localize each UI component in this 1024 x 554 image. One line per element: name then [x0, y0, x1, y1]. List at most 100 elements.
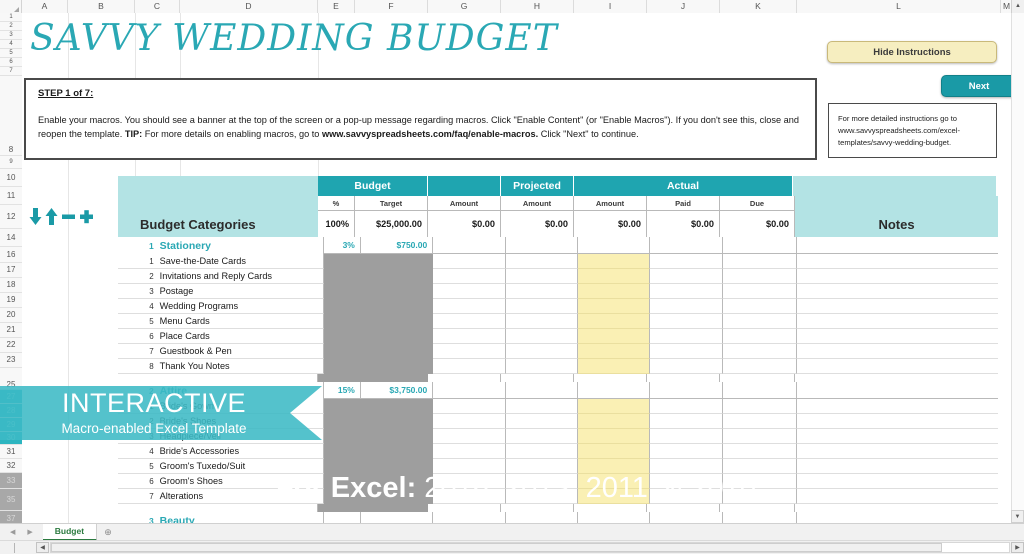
- row-header-5[interactable]: 5: [0, 49, 22, 58]
- item-name[interactable]: Thank You Notes: [157, 359, 325, 374]
- item-actual-due[interactable]: [722, 254, 797, 269]
- table-row-item[interactable]: 2 Invitations and Reply Cards: [118, 269, 999, 284]
- plus-circle-icon[interactable]: ⊕: [97, 524, 119, 541]
- triangle-left-icon[interactable]: ◀: [10, 528, 15, 536]
- table-row-item[interactable]: 6 Place Cards: [118, 329, 999, 344]
- column-header-f[interactable]: F: [355, 0, 428, 13]
- scroll-split-handle[interactable]: [0, 541, 36, 554]
- category-target[interactable]: $3,750.00: [360, 382, 434, 399]
- item-actual-amount[interactable]: [577, 284, 651, 299]
- item-notes[interactable]: [796, 359, 999, 374]
- table-row-item[interactable]: 4 Wedding Programs: [118, 299, 999, 314]
- category-projected-amount[interactable]: [505, 382, 578, 399]
- item-notes[interactable]: [796, 344, 999, 359]
- item-actual-amount[interactable]: [577, 269, 651, 284]
- item-actual-due[interactable]: [722, 444, 797, 459]
- item-actual-paid[interactable]: [650, 254, 723, 269]
- row-header-18[interactable]: 18: [0, 278, 22, 293]
- item-name[interactable]: Guestbook & Pen: [157, 344, 325, 359]
- item-name[interactable]: Bride's Accessories: [157, 444, 325, 459]
- category-notes[interactable]: [796, 382, 998, 399]
- item-actual-due[interactable]: [722, 414, 797, 429]
- row-header-4[interactable]: 4: [0, 40, 22, 49]
- item-actual-paid[interactable]: [650, 329, 723, 344]
- triangle-up-icon[interactable]: ▲: [1011, 0, 1024, 13]
- column-header-k[interactable]: K: [720, 0, 797, 13]
- row-header-32[interactable]: 32: [0, 459, 22, 473]
- table-row-item[interactable]: 7 Guestbook & Pen: [118, 344, 999, 359]
- item-actual-amount[interactable]: [577, 359, 651, 374]
- category-budget-amount[interactable]: [433, 237, 506, 254]
- table-spacer-row[interactable]: [118, 374, 998, 382]
- item-actual-paid[interactable]: [650, 344, 723, 359]
- item-budget-amount[interactable]: [433, 269, 506, 284]
- item-budget-amount[interactable]: [433, 254, 506, 269]
- next-button[interactable]: Next: [941, 75, 1017, 97]
- scroll-right-icon[interactable]: ▶: [1011, 542, 1024, 553]
- item-actual-due[interactable]: [722, 284, 797, 299]
- item-notes[interactable]: [796, 329, 999, 344]
- row-header-23[interactable]: 23: [0, 353, 22, 368]
- item-projected-amount[interactable]: [505, 359, 578, 374]
- triangle-down-icon[interactable]: ▼: [1011, 510, 1024, 523]
- horizontal-scroll-track[interactable]: [50, 542, 1010, 553]
- item-actual-due[interactable]: [722, 269, 797, 284]
- item-actual-amount[interactable]: [577, 254, 651, 269]
- scroll-left-icon[interactable]: ◀: [36, 542, 49, 553]
- item-actual-due[interactable]: [722, 299, 797, 314]
- item-actual-due[interactable]: [722, 399, 797, 414]
- table-row-category[interactable]: 1 Stationery 3% $750.00: [118, 237, 998, 254]
- item-projected-amount[interactable]: [505, 329, 578, 344]
- item-actual-paid[interactable]: [650, 399, 723, 414]
- item-notes[interactable]: [796, 399, 999, 414]
- sheet-nav-buttons[interactable]: ◀ ▶: [0, 528, 43, 536]
- item-actual-paid[interactable]: [650, 299, 723, 314]
- category-actual-amount[interactable]: [577, 382, 651, 399]
- item-actual-due[interactable]: [722, 344, 797, 359]
- row-header-35[interactable]: 35: [0, 489, 22, 511]
- item-budget-amount[interactable]: [433, 399, 506, 414]
- table-spacer-row[interactable]: [118, 504, 998, 512]
- row-controls-toolbar[interactable]: [29, 208, 94, 225]
- item-budget-amount[interactable]: [433, 429, 506, 444]
- item-notes[interactable]: [796, 254, 999, 269]
- item-notes[interactable]: [796, 314, 999, 329]
- row-header-10[interactable]: 10: [0, 169, 22, 187]
- row-header-6[interactable]: 6: [0, 58, 22, 67]
- item-actual-paid[interactable]: [650, 269, 723, 284]
- item-actual-amount[interactable]: [577, 299, 651, 314]
- item-actual-amount[interactable]: [577, 429, 651, 444]
- item-projected-amount[interactable]: [505, 284, 578, 299]
- item-actual-due[interactable]: [722, 314, 797, 329]
- row-header-33[interactable]: 33: [0, 473, 22, 489]
- arrow-up-icon[interactable]: [45, 208, 58, 225]
- item-projected-amount[interactable]: [505, 429, 578, 444]
- item-notes[interactable]: [796, 269, 999, 284]
- item-notes[interactable]: [796, 444, 999, 459]
- table-row-item[interactable]: 8 Thank You Notes: [118, 359, 999, 374]
- item-notes[interactable]: [796, 429, 999, 444]
- item-name[interactable]: Save-the-Date Cards: [157, 254, 325, 269]
- category-actual-amount[interactable]: [577, 237, 651, 254]
- instructions-link[interactable]: www.savvyspreadsheets.com/faq/enable-mac…: [322, 129, 538, 139]
- category-notes[interactable]: [796, 237, 998, 254]
- item-actual-amount[interactable]: [577, 344, 651, 359]
- item-projected-amount[interactable]: [505, 414, 578, 429]
- item-notes[interactable]: [796, 299, 999, 314]
- item-budget-amount[interactable]: [433, 284, 506, 299]
- column-header-l[interactable]: L: [797, 0, 1001, 13]
- sheet-tab-budget[interactable]: Budget: [42, 523, 98, 541]
- horizontal-scrollbar[interactable]: ◀ ▶: [0, 540, 1024, 554]
- table-row-item[interactable]: 1 Save-the-Date Cards: [118, 254, 999, 269]
- item-name[interactable]: Menu Cards: [157, 314, 325, 329]
- item-budget-amount[interactable]: [433, 359, 506, 374]
- row-header-2[interactable]: 2: [0, 22, 22, 31]
- row-header-20[interactable]: 20: [0, 308, 22, 323]
- item-actual-paid[interactable]: [650, 429, 723, 444]
- arrow-down-icon[interactable]: [29, 208, 42, 225]
- column-header-j[interactable]: J: [647, 0, 720, 13]
- item-actual-amount[interactable]: [577, 329, 651, 344]
- horizontal-scroll-thumb[interactable]: [51, 543, 942, 552]
- item-name[interactable]: Invitations and Reply Cards: [157, 269, 325, 284]
- category-actual-due[interactable]: [722, 237, 797, 254]
